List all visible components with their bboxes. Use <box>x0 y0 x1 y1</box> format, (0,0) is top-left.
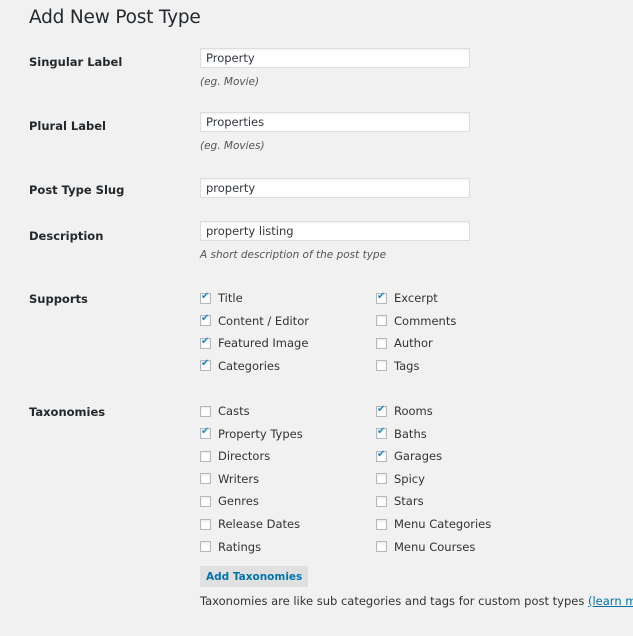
checkbox-unchecked-icon[interactable] <box>200 518 211 530</box>
taxonomy-checkbox-item[interactable]: Writers <box>200 472 259 486</box>
checkbox-unchecked-icon[interactable] <box>200 495 211 507</box>
checkbox-label: Categories <box>218 358 280 373</box>
checkbox-label: Menu Categories <box>394 517 492 531</box>
taxonomies-label: Taxonomies <box>29 405 106 419</box>
checkbox-checked-icon[interactable] <box>376 426 387 440</box>
checkbox-unchecked-icon[interactable] <box>376 541 387 553</box>
supports-checkbox-item[interactable]: Content / Editor <box>200 313 309 328</box>
checkbox-checked-icon[interactable] <box>376 449 387 462</box>
plural-label: Plural Label <box>29 119 106 133</box>
taxonomy-checkbox-item[interactable]: Ratings <box>200 540 261 554</box>
plural-label-input[interactable] <box>200 112 470 132</box>
taxonomy-checkbox-item[interactable]: Menu Categories <box>376 517 491 531</box>
taxonomy-checkbox-item[interactable]: Spicy <box>376 472 425 486</box>
checkbox-label: Casts <box>218 404 250 418</box>
slug-label: Post Type Slug <box>29 183 125 197</box>
singular-label: Singular Label <box>29 55 123 69</box>
add-taxonomies-button[interactable]: Add Taxonomies <box>200 566 309 587</box>
taxonomy-checkbox-item[interactable]: Genres <box>200 494 259 508</box>
checkbox-label: Baths <box>394 426 427 441</box>
taxonomy-checkbox-item[interactable]: Casts <box>200 404 250 418</box>
supports-checkbox-item[interactable]: Author <box>376 336 433 350</box>
supports-checkbox-item[interactable]: Tags <box>376 359 419 373</box>
singular-label-input[interactable] <box>200 48 470 68</box>
taxonomy-checkbox-item[interactable]: Garages <box>376 449 442 463</box>
checkbox-unchecked-icon[interactable] <box>200 450 211 462</box>
singular-hint: (eg. Movie) <box>200 76 260 88</box>
checkbox-label: Content / Editor <box>218 313 309 328</box>
checkbox-unchecked-icon[interactable] <box>376 337 387 349</box>
checkbox-unchecked-icon[interactable] <box>376 473 387 485</box>
taxonomy-checkbox-item[interactable]: Menu Courses <box>376 540 475 554</box>
plural-hint: (eg. Movies) <box>200 140 265 152</box>
checkbox-label: Genres <box>218 494 259 509</box>
checkbox-label: Directors <box>218 449 271 464</box>
checkbox-unchecked-icon[interactable] <box>376 518 387 530</box>
supports-checkbox-item[interactable]: Excerpt <box>376 291 438 305</box>
checkbox-label: Featured Image <box>218 336 309 351</box>
supports-checkbox-item[interactable]: Title <box>200 291 243 305</box>
checkbox-label: Rooms <box>394 404 433 418</box>
checkbox-label: Comments <box>394 313 457 328</box>
checkbox-checked-icon[interactable] <box>200 313 211 327</box>
taxonomy-checkbox-item[interactable]: Property Types <box>200 426 303 441</box>
description-input[interactable] <box>200 221 470 241</box>
checkbox-unchecked-icon[interactable] <box>200 473 211 485</box>
checkbox-checked-icon[interactable] <box>200 358 211 372</box>
checkbox-label: Garages <box>394 449 443 464</box>
checkbox-label: Writers <box>218 471 260 486</box>
checkbox-checked-icon[interactable] <box>200 426 211 440</box>
footer-text: Taxonomies are like sub categories and t… <box>200 594 588 608</box>
checkbox-checked-icon[interactable] <box>376 291 387 304</box>
checkbox-label: Spicy <box>394 471 425 486</box>
checkbox-label: Ratings <box>218 539 262 554</box>
checkbox-label: Release Dates <box>218 517 301 531</box>
checkbox-label: Title <box>218 291 243 305</box>
checkbox-label: Property Types <box>218 426 303 441</box>
checkbox-label: Excerpt <box>394 291 438 305</box>
supports-checkbox-item[interactable]: Featured Image <box>200 336 308 350</box>
supports-checkbox-item[interactable]: Categories <box>200 358 280 373</box>
checkbox-checked-icon[interactable] <box>376 404 387 417</box>
learn-more-link[interactable]: (learn more). <box>588 594 633 608</box>
checkbox-label: Author <box>394 336 433 351</box>
slug-input[interactable] <box>200 178 470 198</box>
taxonomy-checkbox-item[interactable]: Stars <box>376 494 424 508</box>
taxonomy-checkbox-item[interactable]: Baths <box>376 426 427 441</box>
page-title: Add New Post Type <box>29 7 201 28</box>
checkbox-unchecked-icon[interactable] <box>376 360 387 372</box>
description-hint: A short description of the post type <box>200 249 387 261</box>
taxonomy-checkbox-item[interactable]: Release Dates <box>200 517 300 531</box>
checkbox-unchecked-icon[interactable] <box>200 405 211 417</box>
checkbox-label: Menu Courses <box>394 539 476 554</box>
checkbox-label: Tags <box>394 358 420 373</box>
checkbox-checked-icon[interactable] <box>200 336 211 349</box>
taxonomy-checkbox-item[interactable]: Rooms <box>376 404 433 418</box>
description-label: Description <box>29 229 104 243</box>
checkbox-unchecked-icon[interactable] <box>200 541 211 553</box>
checkbox-checked-icon[interactable] <box>200 291 211 304</box>
taxonomy-checkbox-item[interactable]: Directors <box>200 449 270 463</box>
taxonomies-footer: Taxonomies are like sub categories and t… <box>200 594 633 608</box>
supports-label: Supports <box>29 292 88 306</box>
checkbox-unchecked-icon[interactable] <box>376 495 387 507</box>
checkbox-unchecked-icon[interactable] <box>376 315 387 327</box>
supports-checkbox-item[interactable]: Comments <box>376 314 456 328</box>
checkbox-label: Stars <box>394 494 424 509</box>
